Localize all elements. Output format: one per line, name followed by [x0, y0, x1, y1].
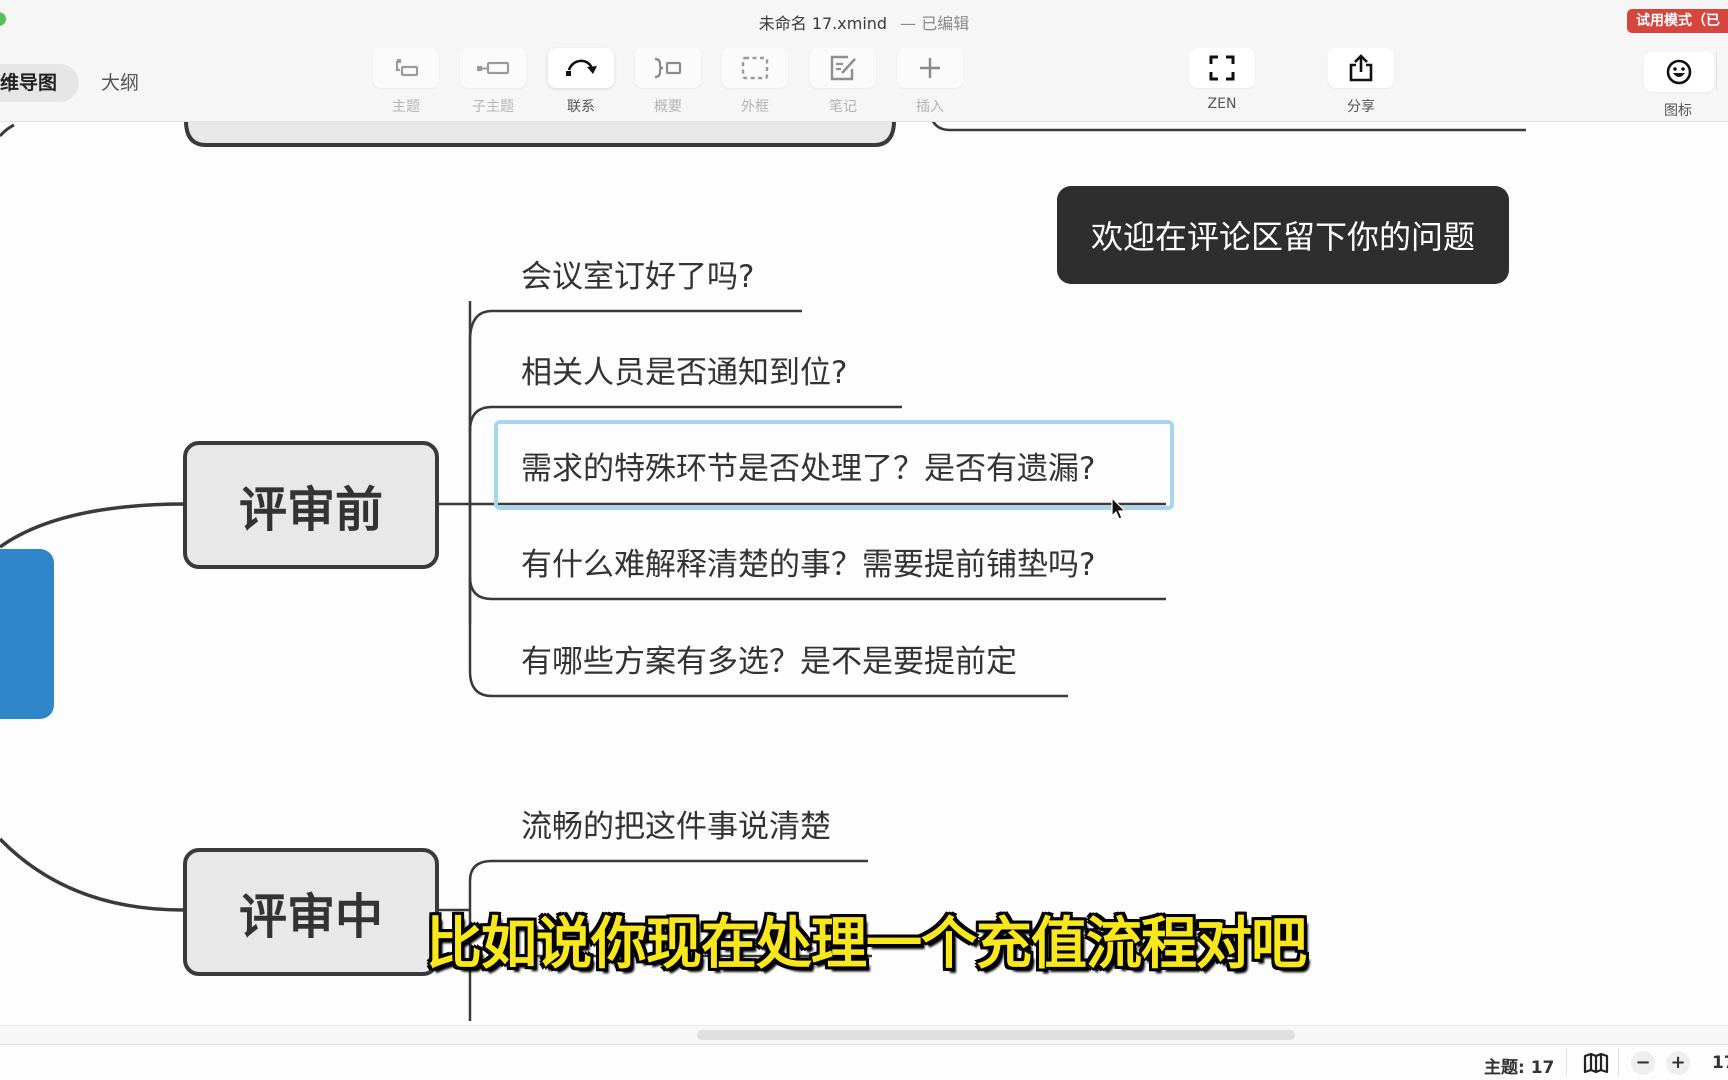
icon-panel-button[interactable]: 图标	[1644, 52, 1714, 120]
view-switch: 维导图 大纲	[0, 64, 161, 102]
horizontal-scrollbar-thumb[interactable]	[697, 1030, 1295, 1040]
branch-topic-review-during[interactable]: 评审中	[183, 848, 439, 976]
topic-label: 主题	[392, 99, 420, 115]
branch-title: 评审前	[238, 482, 383, 538]
mouse-cursor-icon	[1111, 496, 1127, 525]
notes-label: 笔记	[829, 99, 857, 115]
zoom-in-button[interactable]: +	[1666, 1051, 1690, 1075]
relationship-arrow-icon	[563, 56, 599, 80]
tab-mindmap[interactable]: 维导图	[0, 64, 80, 102]
topic-button[interactable]: 主题	[372, 48, 440, 116]
video-subtitle: 比如说你现在处理一个充值流程对吧	[426, 912, 1307, 977]
edited-status: — 已编辑	[900, 14, 970, 33]
comment-overlay: 欢迎在评论区留下你的问题	[1057, 186, 1509, 284]
subtopic-item-selected[interactable]: 需求的特殊环节是否处理了？是否有遗漏?	[521, 443, 1095, 488]
subtopic-item[interactable]: 有哪些方案有多选？是不是要提前定	[521, 636, 1017, 681]
boundary-button[interactable]: 外框	[721, 48, 789, 116]
summary-brace-icon	[652, 57, 684, 79]
map-book-icon[interactable]	[1582, 1052, 1610, 1079]
panel-divider	[1716, 52, 1717, 90]
connector-review-before	[0, 502, 187, 549]
insert-label: 插入	[916, 99, 944, 115]
status-divider	[1618, 1048, 1619, 1076]
branch-topic-review-before[interactable]: 评审前	[183, 441, 439, 569]
top-node-partial	[184, 121, 896, 147]
subtopic-label: 子主题	[472, 99, 514, 115]
mindmap-canvas[interactable]: 评审前 评审中 会议室订好了吗? 相关人员是否通知到位? 需求的特殊环节是否处理…	[0, 121, 1728, 1043]
horizontal-scrollbar[interactable]	[0, 1025, 1728, 1045]
boundary-label: 外框	[741, 99, 769, 115]
subtopic-button[interactable]: 子主题	[459, 48, 527, 116]
document-name: 未命名 17.xmind	[758, 14, 888, 33]
status-bar: 主题: 17 − + 17	[0, 1045, 1728, 1080]
subtopic-item[interactable]: 有什么难解释清楚的事？需要提前铺垫吗?	[521, 539, 1095, 584]
child-line-0	[468, 309, 802, 342]
zen-button[interactable]: ZEN	[1188, 48, 1256, 112]
top-branch-line	[931, 121, 1526, 132]
share-upload-icon	[1347, 53, 1375, 83]
central-topic[interactable]	[0, 549, 54, 719]
topic-count: 主题: 17	[1484, 1058, 1555, 1078]
share-label: 分享	[1347, 99, 1375, 115]
subtopic-item[interactable]: 相关人员是否通知到位?	[521, 347, 847, 392]
zoom-out-button[interactable]: −	[1631, 1051, 1655, 1075]
subtopic-item[interactable]: 会议室订好了吗?	[521, 251, 754, 296]
smiley-face-icon	[1665, 58, 1693, 86]
share-button[interactable]: 分享	[1327, 48, 1395, 116]
note-edit-icon	[828, 54, 858, 82]
summary-label: 概要	[654, 99, 682, 115]
comment-overlay-text: 欢迎在评论区留下你的问题	[1090, 218, 1475, 256]
branch-title: 评审中	[238, 889, 383, 945]
icon-panel-label: 图标	[1664, 103, 1692, 119]
subtopic-item[interactable]: 流畅的把这件事说清楚	[521, 801, 831, 846]
plus-icon	[917, 55, 943, 81]
summary-button[interactable]: 概要	[634, 48, 702, 116]
insert-button[interactable]: 插入	[896, 48, 964, 116]
tab-outline[interactable]: 大纲	[79, 64, 161, 102]
notes-button[interactable]: 笔记	[809, 48, 877, 116]
toolbar: 未命名 17.xmind — 已编辑 维导图 大纲 主题 子主题 联系 概要 外…	[0, 0, 1728, 122]
relationship-button[interactable]: 联系	[547, 48, 615, 116]
subtopic-icon	[475, 60, 511, 76]
trial-mode-badge[interactable]: 试用模式（已	[1627, 9, 1728, 33]
central-connector-top	[0, 123, 15, 137]
status-divider	[1566, 1048, 1567, 1076]
zoom-level: 17	[1712, 1053, 1728, 1073]
relationship-label: 联系	[567, 99, 595, 115]
zen-label: ZEN	[1207, 96, 1237, 112]
connector-review-during	[0, 837, 187, 912]
window-title: 未命名 17.xmind — 已编辑	[0, 10, 1728, 34]
boundary-dashed-icon	[740, 55, 770, 81]
fullscreen-corners-icon	[1208, 54, 1236, 82]
topic-icon	[391, 57, 421, 79]
